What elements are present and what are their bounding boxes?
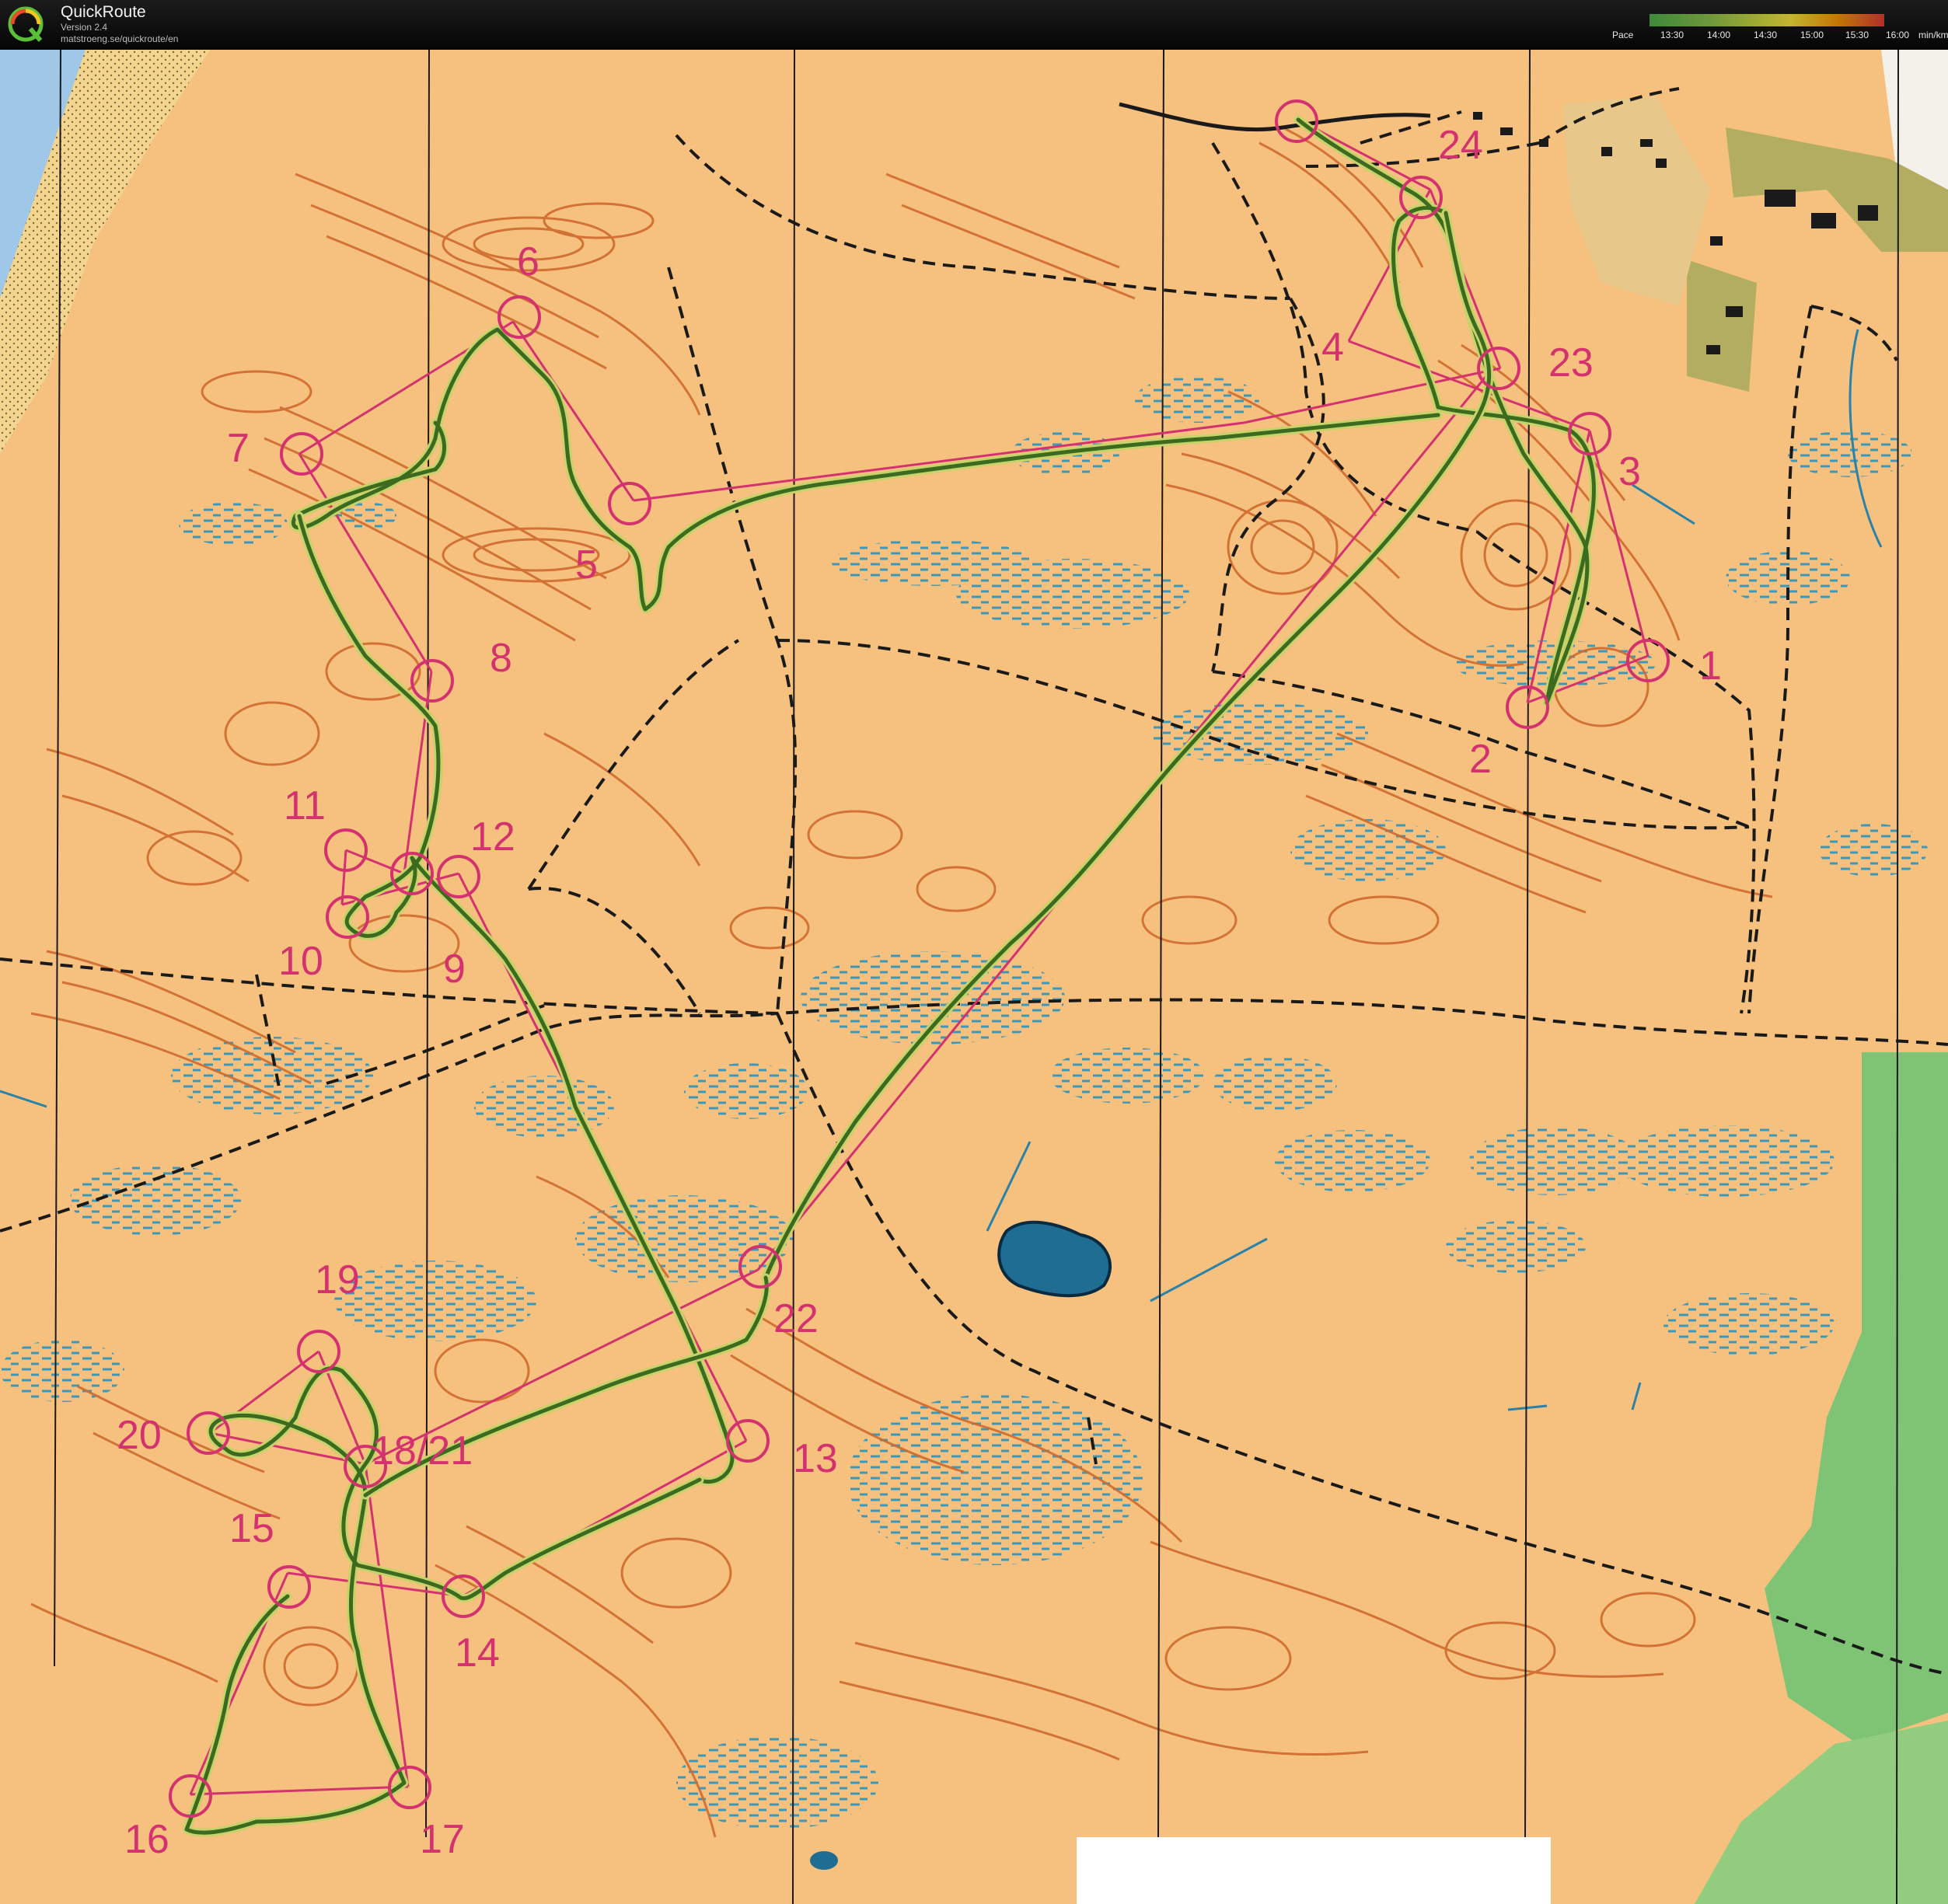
control-label-6: 6 <box>517 239 539 284</box>
app-title: QuickRoute <box>61 3 146 21</box>
map-canvas: 1 2 3 4 5 6 7 8 9 10 11 12 13 14 15 16 1… <box>0 50 1948 1904</box>
control-label-5: 5 <box>575 542 598 588</box>
control-label-18-21: 18/21 <box>372 1428 473 1473</box>
control-label-24: 24 <box>1438 123 1483 168</box>
control-label-1: 1 <box>1699 643 1722 689</box>
control-label-9: 9 <box>443 947 466 992</box>
pace-tick: 15:30 <box>1845 30 1869 40</box>
pace-tick: 13:30 <box>1660 30 1684 40</box>
orienteering-map[interactable]: 1 2 3 4 5 6 7 8 9 10 11 12 13 14 15 16 1… <box>0 50 1948 1904</box>
pace-tick: 14:00 <box>1707 30 1731 40</box>
control-label-20: 20 <box>117 1413 162 1458</box>
control-label-17: 17 <box>420 1817 465 1862</box>
control-label-14: 14 <box>455 1630 500 1676</box>
map-label-box <box>1077 1837 1551 1904</box>
pace-tick: 15:00 <box>1800 30 1824 40</box>
pace-legend-label: Pace <box>1612 30 1634 40</box>
control-label-8: 8 <box>490 636 512 681</box>
control-label-3: 3 <box>1618 449 1641 494</box>
control-label-19: 19 <box>315 1257 360 1302</box>
control-label-11: 11 <box>284 783 326 828</box>
quickroute-logo-icon <box>8 6 44 42</box>
control-label-16: 16 <box>124 1817 169 1862</box>
control-label-7: 7 <box>227 426 250 471</box>
control-label-23: 23 <box>1548 340 1594 385</box>
settlement-olive <box>1687 260 1757 392</box>
control-label-15: 15 <box>229 1506 274 1551</box>
control-label-22: 22 <box>773 1296 819 1341</box>
control-label-2: 2 <box>1469 737 1492 782</box>
control-label-4: 4 <box>1321 325 1344 370</box>
app-url[interactable]: matstroeng.se/quickroute/en <box>61 33 178 44</box>
control-label-13: 13 <box>793 1436 838 1481</box>
app-version: Version 2.4 <box>61 22 108 33</box>
pond <box>810 1851 838 1870</box>
control-label-10: 10 <box>278 939 323 984</box>
control-label-12: 12 <box>470 814 515 860</box>
pace-tick: 16:00 <box>1886 30 1910 40</box>
pace-color-scale <box>1650 14 1884 26</box>
app-header: QuickRoute Version 2.4 matstroeng.se/qui… <box>0 0 1948 50</box>
pace-unit: min/km <box>1918 30 1948 40</box>
pace-tick: 14:30 <box>1754 30 1778 40</box>
